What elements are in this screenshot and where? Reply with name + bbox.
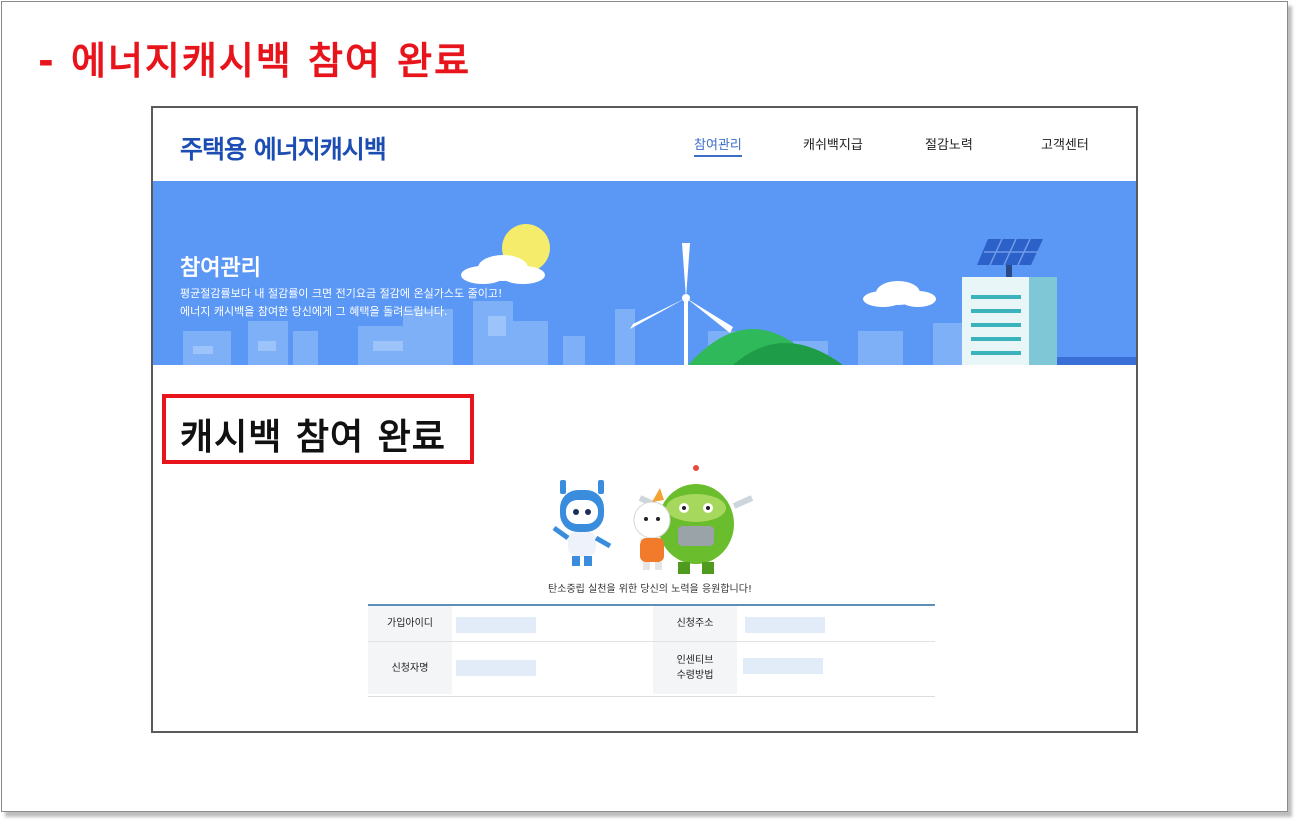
site-logo[interactable]: 주택용 에너지캐시백 xyxy=(180,130,387,166)
banner-description-line-1: 평균절감률보다 내 절감률이 크면 전기요금 절감에 온실가스도 줄이고! xyxy=(180,287,503,300)
applicant-address-label: 신청주소 xyxy=(653,606,737,641)
banner-description-line-2: 에너지 캐시백을 참여한 당신에게 그 혜택을 돌려드립니다. xyxy=(180,305,448,318)
participation-info-table: 가입아이디 신청주소 신청자명 인센티브 수령방법 xyxy=(368,604,935,697)
table-row-divider xyxy=(368,641,935,642)
mascot-characters-illustration xyxy=(552,464,754,574)
site-header: 주택용 에너지캐시백 참여관리 캐쉬백지급 절감노력 고객센터 xyxy=(153,108,1136,181)
applicant-name-label: 신청자명 xyxy=(368,642,452,694)
nav-cashback-payment[interactable]: 캐쉬백지급 xyxy=(803,134,863,153)
nav-customer-center[interactable]: 고객센터 xyxy=(1041,134,1089,153)
nav-saving-efforts[interactable]: 절감노력 xyxy=(925,134,973,153)
applicant-name-value xyxy=(456,660,536,676)
completion-highlight-box: 캐시백 참여 완료 xyxy=(162,394,474,464)
applicant-address-value xyxy=(745,617,825,633)
completion-label: 캐시백 참여 완료 xyxy=(180,417,446,458)
incentive-method-label-line-1: 인센티브 xyxy=(676,655,714,666)
solar-building-illustration xyxy=(962,238,1057,365)
nav-participation-management[interactable]: 참여관리 xyxy=(694,134,742,157)
incentive-method-label-line-2: 수령방법 xyxy=(676,670,714,681)
support-message: 탄소중립 실천을 위한 당신의 노력을 응원합니다! xyxy=(548,584,752,595)
incentive-method-label: 인센티브 수령방법 xyxy=(653,642,737,694)
blue-robot-mascot xyxy=(552,480,612,566)
banner-title: 참여관리 xyxy=(180,256,261,281)
slide-title: - 에너지캐시백 참여 완료 xyxy=(38,39,472,83)
member-id-value xyxy=(456,617,536,633)
member-id-label: 가입아이디 xyxy=(368,606,452,641)
banner-illustration xyxy=(183,224,1136,365)
hero-banner: 참여관리 평균절감률보다 내 절감률이 크면 전기요금 절감에 온실가스도 줄이… xyxy=(153,181,1136,365)
incentive-method-value xyxy=(743,658,823,674)
